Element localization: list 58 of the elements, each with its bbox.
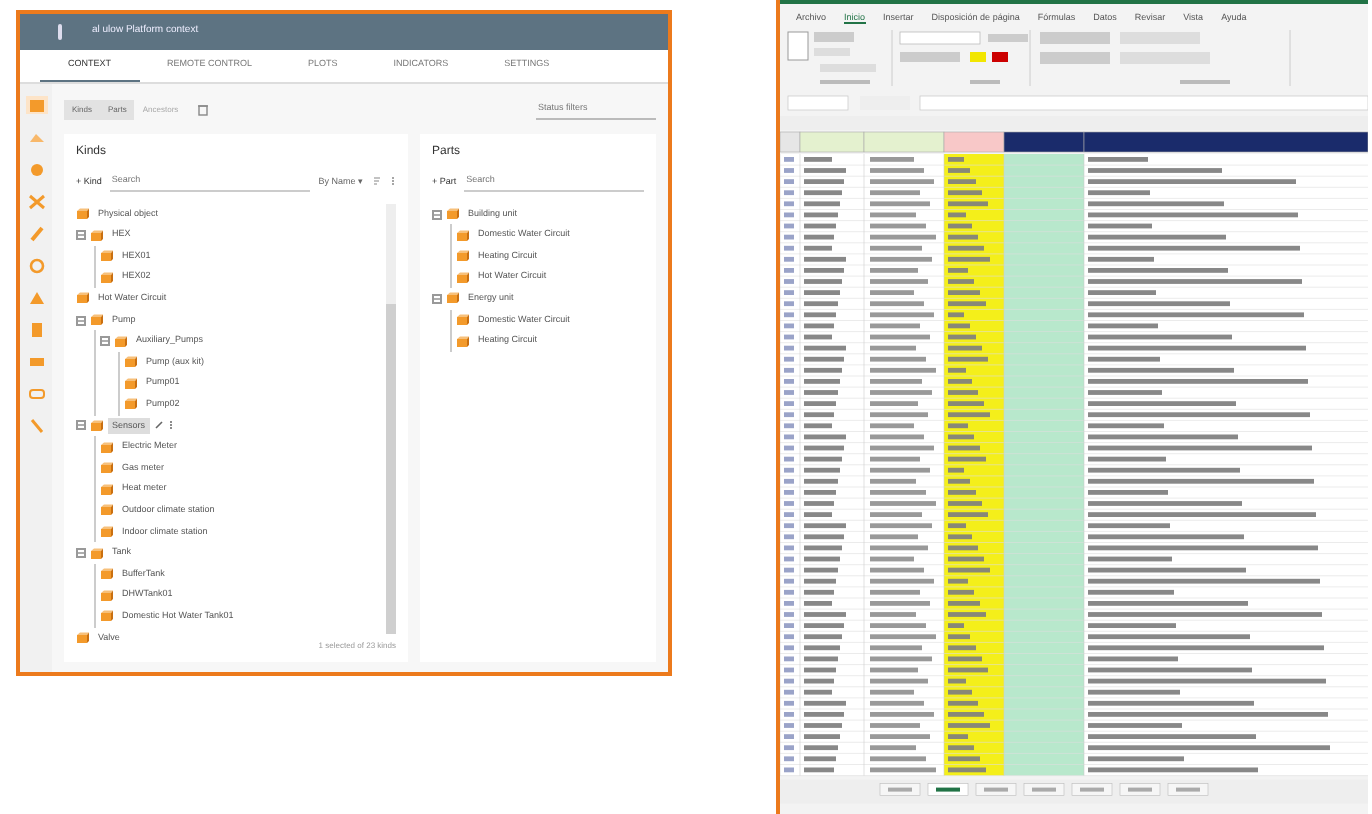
minus-icon bbox=[78, 422, 84, 429]
box-icon bbox=[100, 504, 114, 517]
sidebar-button[interactable] bbox=[25, 192, 47, 210]
logo-icon bbox=[56, 24, 64, 40]
box-icon bbox=[76, 631, 90, 644]
box-icon bbox=[124, 356, 138, 369]
collapse-toggle[interactable] bbox=[76, 420, 86, 431]
collapse-toggle[interactable] bbox=[76, 230, 86, 241]
box-icon bbox=[456, 271, 470, 284]
minus-icon bbox=[78, 317, 84, 324]
box-icon bbox=[456, 229, 470, 242]
box-icon bbox=[76, 292, 90, 305]
box-icon bbox=[90, 314, 104, 327]
minus-icon bbox=[102, 338, 108, 345]
box-icon bbox=[456, 314, 470, 327]
box-icon bbox=[90, 547, 104, 560]
collapse-toggle[interactable] bbox=[432, 293, 442, 304]
collapse-toggle[interactable] bbox=[76, 315, 86, 326]
minus-icon bbox=[434, 211, 440, 218]
box-icon bbox=[124, 377, 138, 390]
box-icon bbox=[100, 525, 114, 538]
sidebar-button[interactable] bbox=[25, 288, 47, 306]
tool-icon bbox=[27, 193, 45, 209]
sidebar-button[interactable] bbox=[25, 224, 47, 242]
sidebar-button[interactable] bbox=[25, 160, 47, 178]
box-icon bbox=[124, 398, 138, 411]
collapse-toggle[interactable] bbox=[432, 209, 442, 220]
box-icon bbox=[446, 208, 460, 221]
box-icon bbox=[100, 589, 114, 602]
box-icon bbox=[100, 568, 114, 581]
minus-icon bbox=[78, 232, 84, 239]
scrollbar[interactable] bbox=[386, 203, 396, 634]
minus-icon bbox=[434, 295, 440, 302]
box-icon bbox=[100, 610, 114, 623]
collapse-toggle[interactable] bbox=[76, 548, 86, 559]
collapse-toggle[interactable] bbox=[100, 336, 110, 347]
box-icon bbox=[90, 419, 104, 432]
sidebar-button[interactable] bbox=[25, 416, 47, 434]
sidebar-button[interactable] bbox=[25, 256, 47, 274]
trash-icon[interactable] bbox=[198, 104, 209, 116]
edit-icon[interactable] bbox=[153, 420, 164, 431]
box-icon bbox=[446, 292, 460, 305]
sidebar-button[interactable] bbox=[25, 96, 47, 114]
box-icon bbox=[100, 441, 114, 454]
sort-icon[interactable] bbox=[372, 176, 382, 187]
box-icon bbox=[100, 483, 114, 496]
minus-icon bbox=[78, 550, 84, 557]
box-icon bbox=[90, 229, 104, 242]
sidebar-button[interactable] bbox=[25, 384, 47, 402]
box-icon bbox=[456, 335, 470, 348]
box-icon bbox=[100, 250, 114, 263]
sidebar-button[interactable] bbox=[25, 352, 47, 370]
box-icon bbox=[76, 208, 90, 221]
box-icon bbox=[100, 462, 114, 475]
box-icon bbox=[114, 335, 128, 348]
sidebar-button[interactable] bbox=[25, 128, 47, 146]
box-icon bbox=[100, 271, 114, 284]
box-icon bbox=[456, 250, 470, 263]
